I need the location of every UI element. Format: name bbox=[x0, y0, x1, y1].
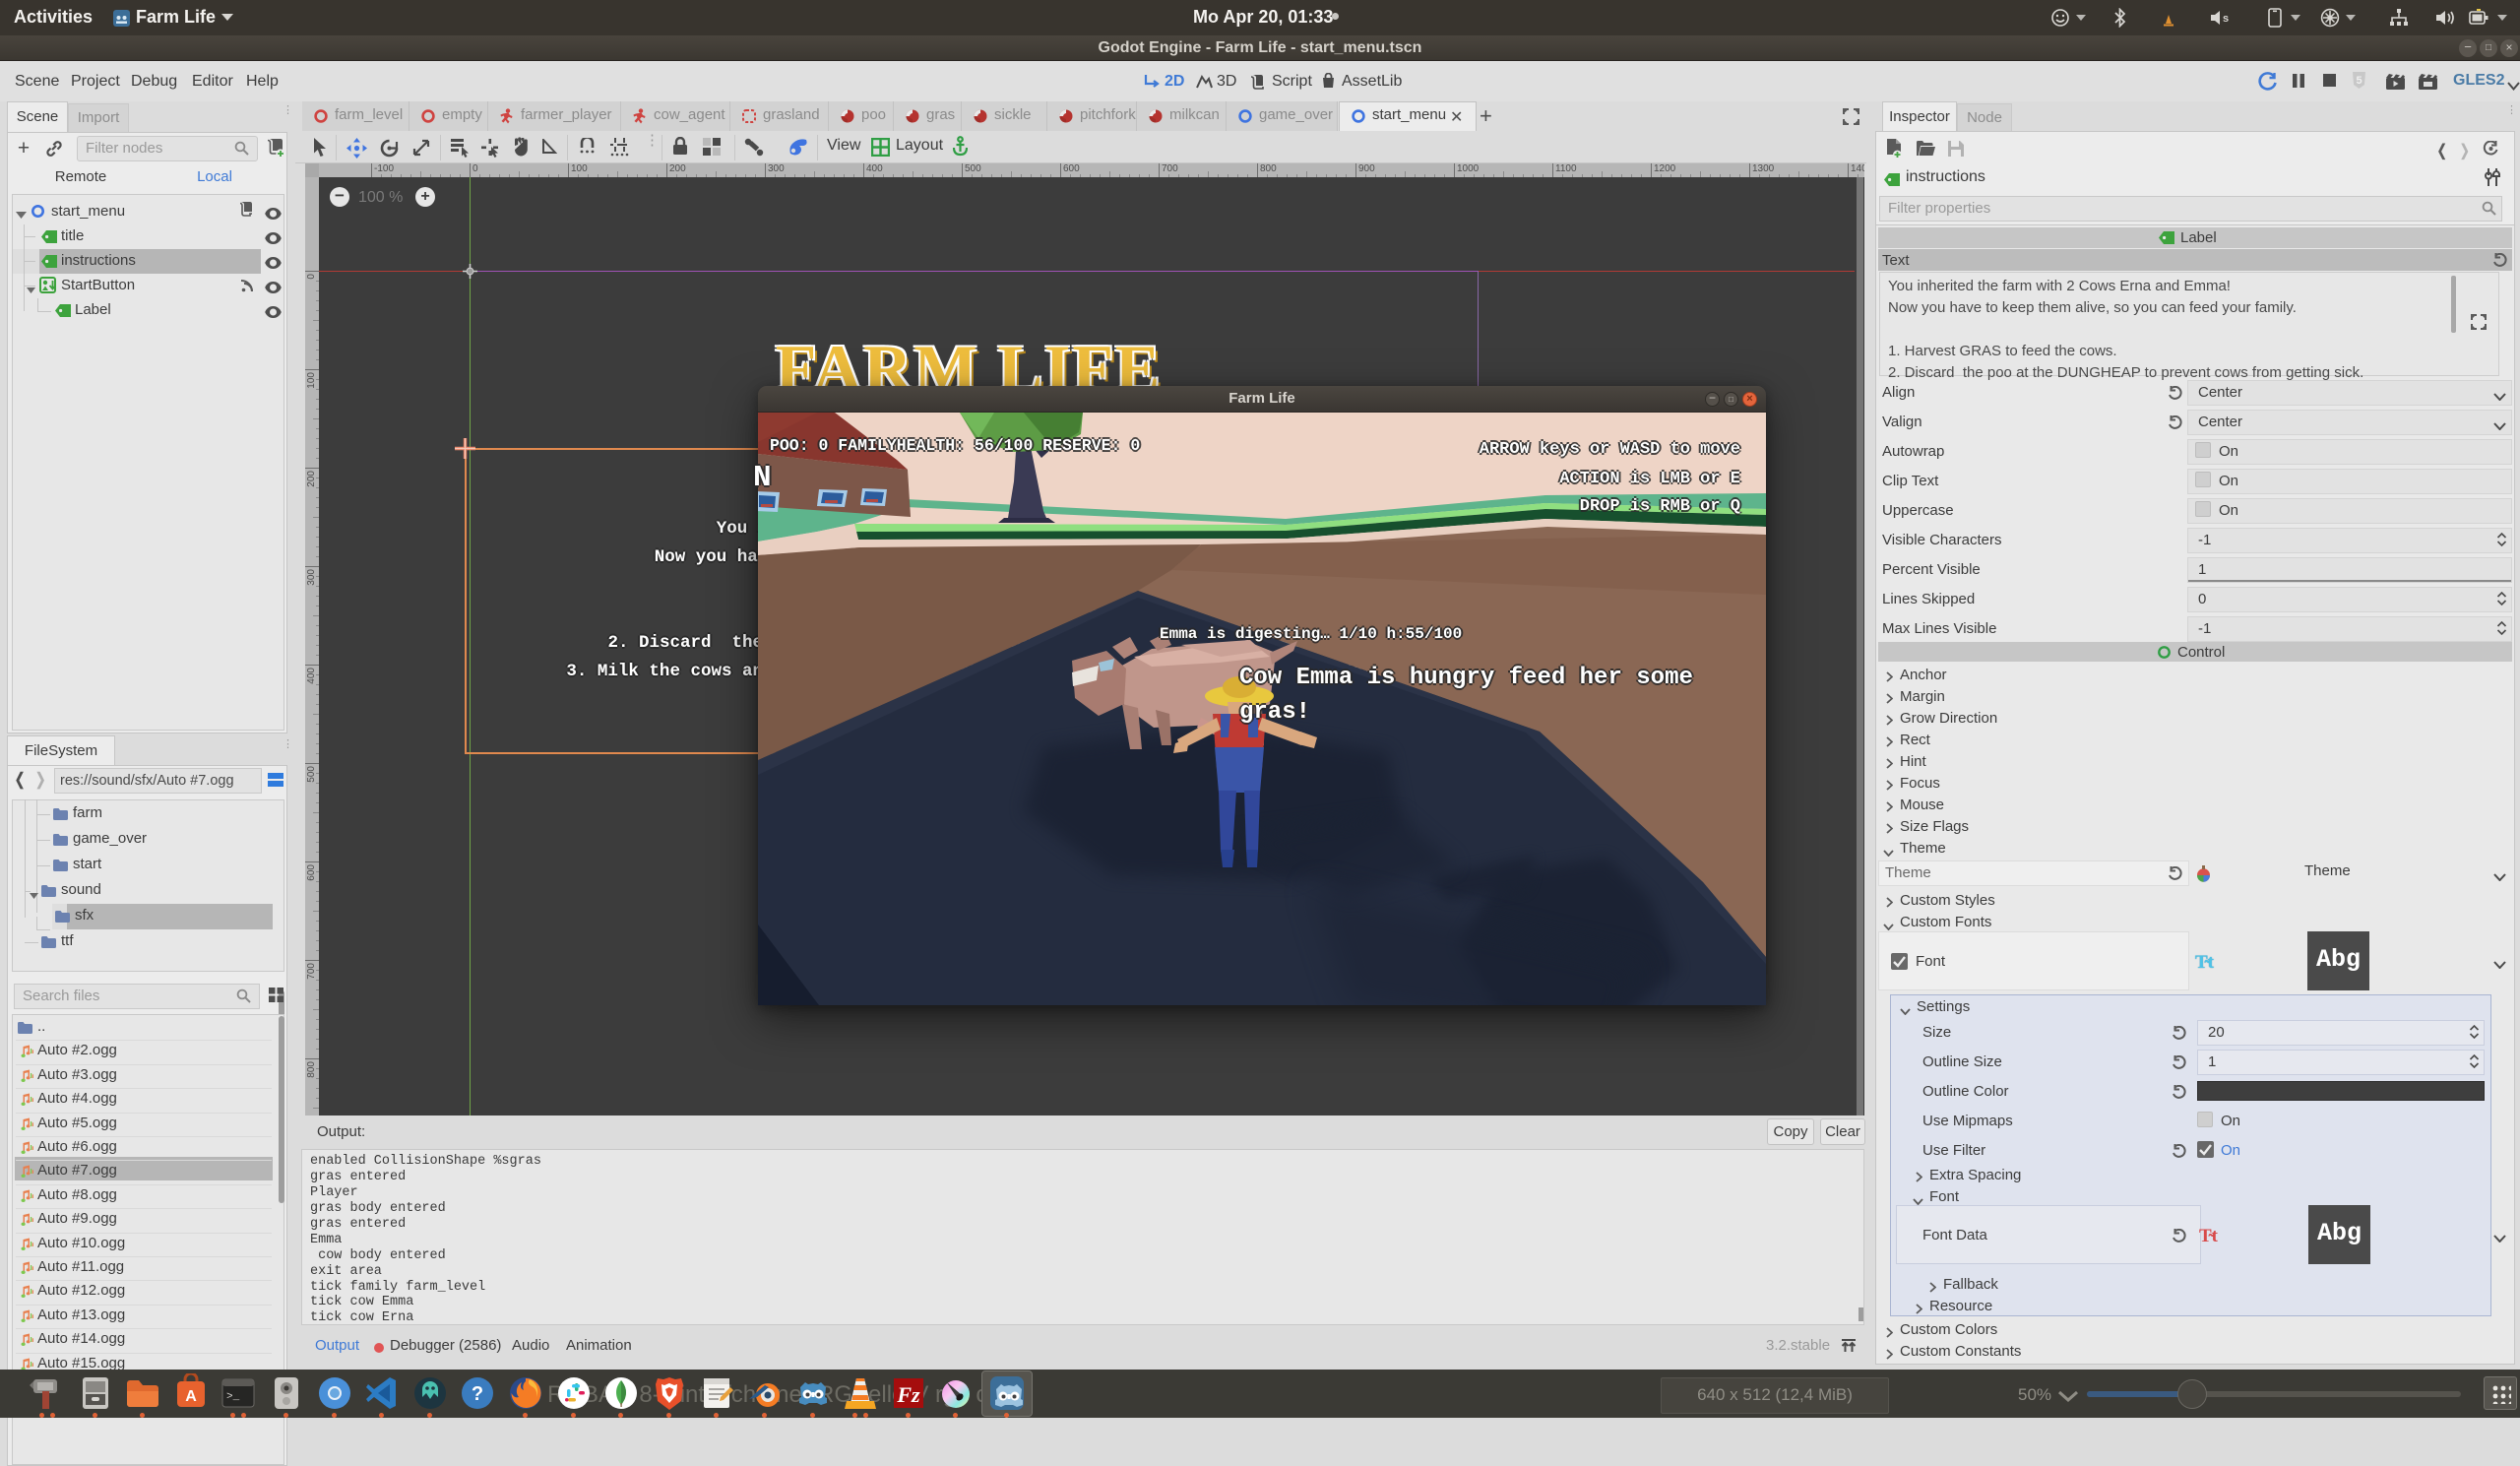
svg-text:s: s bbox=[2223, 13, 2229, 25]
svg-text:>_: >_ bbox=[226, 1391, 240, 1403]
svg-text:Fz: Fz bbox=[896, 1382, 920, 1407]
svg-text:A: A bbox=[185, 1388, 197, 1405]
svg-text:5: 5 bbox=[2356, 75, 2362, 87]
svg-text:?: ? bbox=[472, 1383, 483, 1405]
